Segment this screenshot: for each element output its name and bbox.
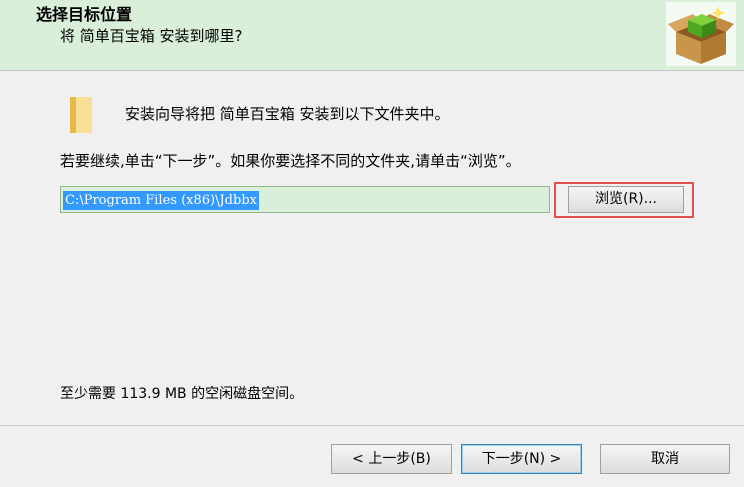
wizard-body: 安装向导将把 简单百宝箱 安装到以下文件夹中。 若要继续,单击“下一步”。如果你… (0, 71, 744, 425)
cancel-button[interactable]: 取消 (600, 444, 730, 474)
next-button[interactable]: 下一步(N) > (461, 444, 582, 474)
instruction-text: 若要继续,单击“下一步”。如果你要选择不同的文件夹,请单击“浏览”。 (60, 152, 521, 170)
install-path-input[interactable]: C:\Program Files (x86)\Jdbbx (60, 186, 550, 213)
folder-icon (66, 95, 96, 135)
page-title: 选择目标位置 (36, 5, 133, 24)
back-button[interactable]: < 上一步(B) (331, 444, 452, 474)
wizard-header: 选择目标位置 将 简单百宝箱 安装到哪里? (0, 0, 744, 71)
intro-text: 安装向导将把 简单百宝箱 安装到以下文件夹中。 (125, 105, 450, 123)
install-path-value: C:\Program Files (x86)\Jdbbx (63, 191, 259, 210)
page-subtitle: 将 简单百宝箱 安装到哪里? (60, 27, 243, 45)
browse-button[interactable]: 浏览(R)... (568, 186, 684, 213)
installer-window: 选择目标位置 将 简单百宝箱 安装到哪里? 安装向导将把 简单百宝箱 安装到以下… (0, 0, 744, 487)
disk-space-text: 至少需要 113.9 MB 的空闲磁盘空间。 (60, 386, 304, 402)
installer-box-icon (666, 2, 736, 66)
wizard-footer: < 上一步(B) 下一步(N) > 取消 (0, 425, 744, 487)
